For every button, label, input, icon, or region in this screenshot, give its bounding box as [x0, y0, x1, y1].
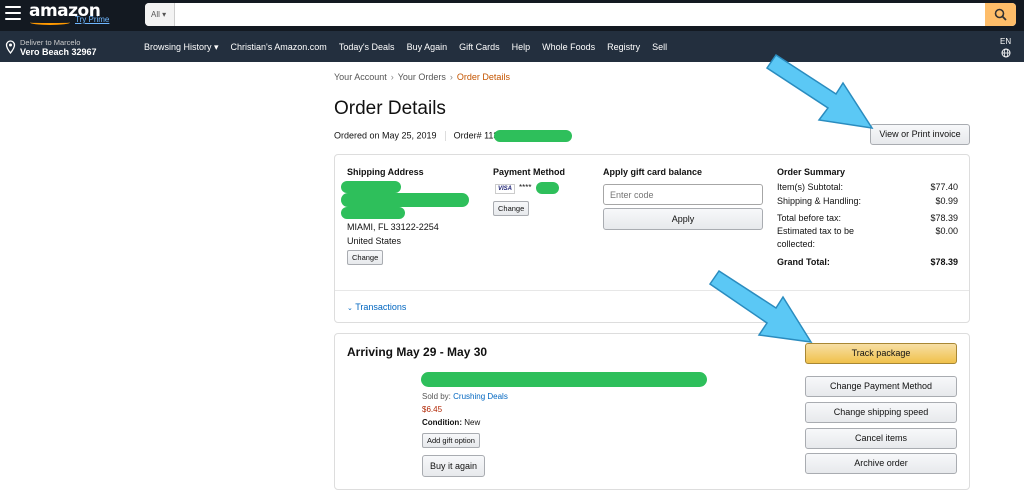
redacted-card-digits — [536, 182, 559, 194]
order-number: Order# 113 — [453, 130, 499, 141]
search-button[interactable] — [985, 3, 1016, 26]
nav-christians-amazon[interactable]: Christian's Amazon.com — [231, 42, 327, 53]
change-payment-method-button[interactable]: Change Payment Method — [805, 376, 957, 397]
payment-method-title: Payment Method — [493, 167, 566, 177]
product-image[interactable] — [349, 376, 407, 434]
redacted-name — [341, 181, 401, 193]
language-selector[interactable]: EN — [1000, 37, 1011, 46]
breadcrumb-your-account[interactable]: Your Account — [334, 72, 387, 82]
nav-links: Browsing History ▾ Christian's Amazon.co… — [144, 42, 667, 53]
search-input[interactable] — [175, 3, 985, 26]
change-shipping-speed-button[interactable]: Change shipping speed — [805, 402, 957, 423]
hamburger-menu-icon[interactable] — [5, 6, 21, 21]
condition-value: New — [464, 418, 481, 427]
transactions-label: Transactions — [355, 302, 407, 312]
shipment-box: Arriving May 29 - May 30 Sold by: Crushi… — [334, 333, 970, 490]
item-price: $6.45 — [422, 405, 443, 414]
sold-by-label: Sold by: — [422, 392, 451, 401]
gift-code-input[interactable] — [603, 184, 763, 205]
item-condition: Condition: New — [422, 418, 480, 427]
meta-divider — [444, 131, 446, 141]
breadcrumb-current: Order Details — [456, 72, 510, 82]
summary-label: Estimated tax to be — [777, 226, 855, 236]
nav-registry[interactable]: Registry — [607, 42, 640, 53]
view-print-invoice-button[interactable]: View or Print invoice — [870, 124, 970, 145]
grand-total-label: Grand Total: — [777, 257, 830, 267]
globe-icon[interactable] — [1001, 48, 1011, 58]
visa-card-icon: VISA — [495, 184, 515, 194]
cancel-items-button[interactable]: Cancel items — [805, 428, 957, 449]
breadcrumb-your-orders[interactable]: Your Orders — [398, 72, 446, 82]
chevron-down-icon: ⌄ — [347, 305, 353, 312]
summary-value: $78.39 — [930, 213, 958, 223]
redacted-order-number — [494, 130, 573, 142]
archive-order-button[interactable]: Archive order — [805, 453, 957, 474]
track-package-button[interactable]: Track package — [805, 343, 957, 364]
nav-browsing-history[interactable]: Browsing History ▾ — [144, 42, 219, 53]
condition-label: Condition: — [422, 418, 462, 427]
ordered-on-date: Ordered on May 25, 2019 — [334, 130, 437, 141]
apply-gift-button[interactable]: Apply — [603, 208, 763, 230]
breadcrumb: Your Account › Your Orders › Order Details — [334, 72, 510, 82]
summary-value: $77.40 — [930, 182, 958, 192]
nav-todays-deals[interactable]: Today's Deals — [339, 42, 395, 53]
summary-label: Shipping & Handling: — [777, 196, 862, 206]
sold-by: Sold by: Crushing Deals — [422, 392, 508, 401]
nav-gift-cards[interactable]: Gift Cards — [459, 42, 500, 53]
change-address-button[interactable]: Change — [347, 250, 384, 265]
summary-row-tax: Estimated tax to be $0.00 — [777, 226, 958, 236]
tax-label-line2: collected: — [777, 239, 816, 249]
nav-sell[interactable]: Sell — [652, 42, 667, 53]
seller-link[interactable]: Crushing Deals — [453, 392, 508, 401]
summary-value: $0.00 — [935, 226, 958, 236]
buy-it-again-button[interactable]: Buy it again — [422, 455, 485, 477]
top-bar: amazon Try Prime All ▾ — [0, 0, 1024, 31]
search-bar: All ▾ — [145, 3, 1016, 26]
order-summary-box: Shipping Address MIAMI, FL 33122-2254 Un… — [334, 154, 970, 323]
annotation-arrow-track — [708, 269, 813, 343]
redacted-product-title[interactable] — [421, 372, 707, 387]
redacted-street-2 — [341, 207, 405, 219]
shipping-address-title: Shipping Address — [347, 167, 424, 177]
location-pin-icon — [5, 40, 16, 54]
summary-row-grand-total: Grand Total: $78.39 — [777, 257, 958, 267]
nav-help[interactable]: Help — [512, 42, 531, 53]
summary-divider — [335, 290, 969, 291]
deliver-to-location[interactable]: Vero Beach 32967 — [20, 47, 97, 57]
order-meta: Ordered on May 25, 2019 Order# 113 — [334, 130, 573, 142]
summary-row-subtotal: Item(s) Subtotal: $77.40 — [777, 182, 958, 192]
nav-whole-foods[interactable]: Whole Foods — [542, 42, 595, 53]
address-country: United States — [347, 236, 402, 246]
arriving-date: Arriving May 29 - May 30 — [347, 345, 488, 359]
card-mask: **** — [519, 183, 532, 192]
breadcrumb-separator: › — [390, 72, 394, 82]
nav-buy-again[interactable]: Buy Again — [407, 42, 448, 53]
summary-row-total-before-tax: Total before tax: $78.39 — [777, 213, 958, 223]
transactions-link[interactable]: ⌄ Transactions — [347, 302, 406, 312]
summary-label: Item(s) Subtotal: — [777, 182, 844, 192]
page-title: Order Details — [334, 98, 446, 119]
redacted-street — [341, 193, 469, 207]
search-department-dropdown[interactable]: All ▾ — [145, 3, 175, 26]
change-payment-button[interactable]: Change — [493, 201, 530, 216]
amazon-smile-icon — [30, 20, 70, 25]
address-city: MIAMI, FL 33122-2254 — [347, 222, 439, 232]
annotation-arrow-invoice — [765, 53, 874, 129]
deliver-to-label[interactable]: Deliver to Marcelo — [20, 38, 80, 47]
breadcrumb-separator: › — [449, 72, 453, 82]
order-summary-title: Order Summary — [777, 167, 846, 177]
grand-total-value: $78.39 — [930, 257, 958, 267]
try-prime-link[interactable]: Try Prime — [75, 15, 109, 24]
summary-value: $0.99 — [935, 196, 958, 206]
summary-label: Total before tax: — [777, 213, 842, 223]
search-icon — [994, 8, 1007, 21]
add-gift-option-button[interactable]: Add gift option — [422, 433, 480, 448]
summary-row-shipping: Shipping & Handling: $0.99 — [777, 196, 958, 206]
search-dept-label: All — [151, 10, 160, 19]
gift-card-title: Apply gift card balance — [603, 167, 703, 177]
